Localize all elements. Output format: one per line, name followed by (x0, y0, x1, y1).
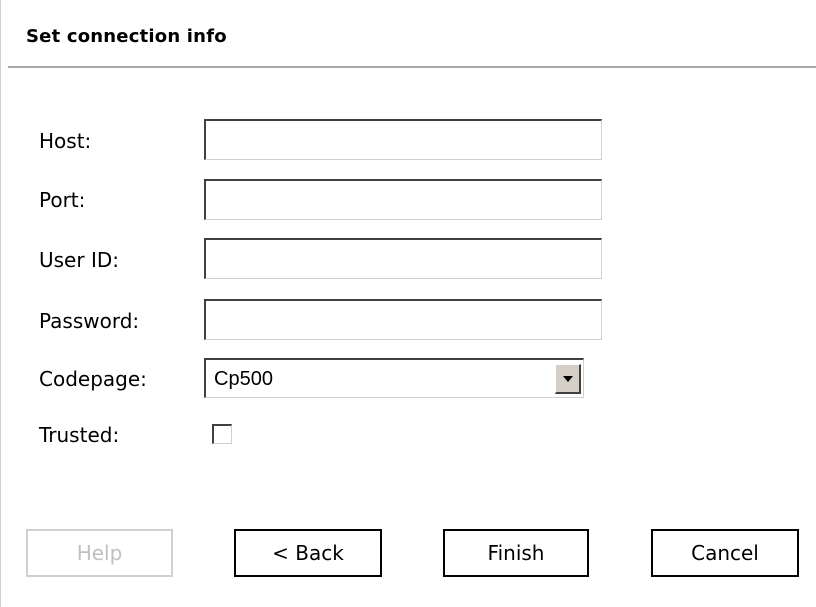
codepage-select[interactable]: Cp500 (204, 358, 584, 398)
title-divider (8, 66, 816, 68)
help-button[interactable]: Help (26, 529, 173, 577)
user-id-label: User ID: (39, 248, 119, 272)
port-input[interactable] (204, 179, 602, 220)
codepage-selected-value: Cp500 (214, 368, 273, 390)
trusted-checkbox[interactable] (212, 424, 232, 444)
password-input[interactable] (204, 299, 602, 340)
password-label: Password: (39, 309, 140, 333)
chevron-down-icon (563, 376, 573, 382)
trusted-label: Trusted: (39, 423, 120, 447)
port-label: Port: (39, 188, 86, 212)
host-input[interactable] (204, 119, 602, 160)
user-id-input[interactable] (204, 238, 602, 279)
connection-dialog: Set connection info Host: Port: User ID:… (0, 0, 816, 607)
codepage-label: Codepage: (39, 367, 147, 391)
finish-button[interactable]: Finish (443, 529, 589, 577)
cancel-button[interactable]: Cancel (651, 529, 799, 577)
dialog-title: Set connection info (26, 26, 227, 47)
codepage-dropdown-button[interactable] (555, 364, 581, 394)
back-button[interactable]: < Back (234, 529, 382, 577)
host-label: Host: (39, 129, 92, 153)
